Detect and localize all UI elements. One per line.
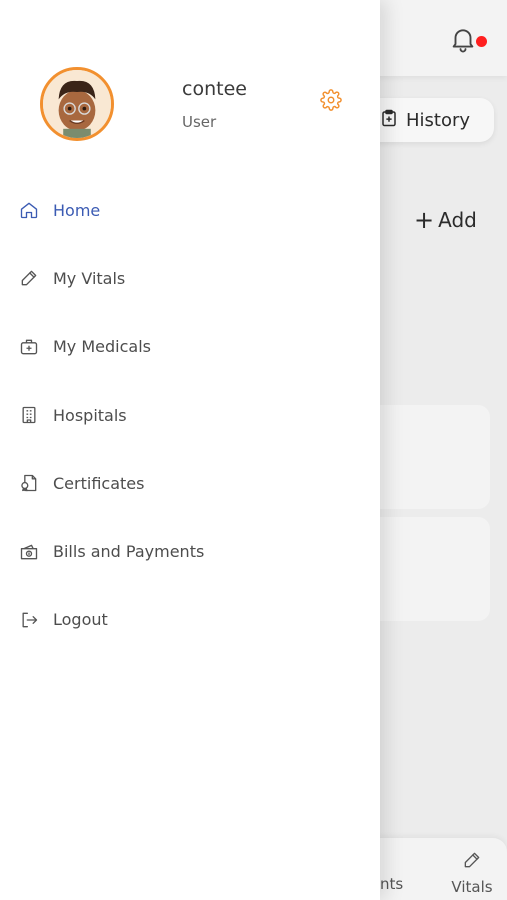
navigation-drawer: contee User Home My Vitals My Medicals H… <box>0 0 380 900</box>
hospital-building-icon <box>19 405 39 425</box>
add-label: Add <box>438 208 477 232</box>
bottom-nav-vitals-label: Vitals <box>451 878 493 896</box>
add-button[interactable]: + Add <box>414 208 477 232</box>
menu-item-label: Certificates <box>53 473 145 493</box>
drawer-menu: Home My Vitals My Medicals Hospitals Cer… <box>0 176 380 654</box>
menu-item-label: Bills and Payments <box>53 542 205 562</box>
bottom-nav-partial-label[interactable]: nts <box>380 875 403 893</box>
history-button[interactable]: History <box>360 98 494 142</box>
menu-item-label: Home <box>53 200 101 220</box>
menu-item-label: Hospitals <box>53 405 127 425</box>
profile-role: User <box>182 113 217 131</box>
pen-icon <box>462 850 482 874</box>
home-icon <box>19 200 39 220</box>
menu-item-home[interactable]: Home <box>0 176 380 244</box>
menu-item-logout[interactable]: Logout <box>0 586 380 654</box>
notification-bell-icon[interactable] <box>448 24 478 54</box>
medical-kit-icon <box>19 337 39 357</box>
profile-name: contee <box>182 78 247 100</box>
certificate-icon <box>19 473 39 493</box>
medical-clipboard-icon <box>380 109 398 132</box>
notification-dot <box>476 36 487 47</box>
menu-item-label: Logout <box>53 610 108 630</box>
wallet-icon <box>19 542 39 562</box>
menu-item-my-medicals[interactable]: My Medicals <box>0 313 380 381</box>
menu-item-hospitals[interactable]: Hospitals <box>0 381 380 449</box>
plus-icon: + <box>414 206 435 234</box>
menu-item-certificates[interactable]: Certificates <box>0 449 380 517</box>
settings-gear-icon[interactable] <box>320 89 342 111</box>
avatar[interactable] <box>40 67 114 141</box>
bottom-nav-vitals[interactable]: Vitals <box>448 850 496 896</box>
menu-item-my-vitals[interactable]: My Vitals <box>0 244 380 312</box>
logout-icon <box>19 610 39 630</box>
menu-item-label: My Medicals <box>53 337 151 357</box>
history-label: History <box>406 109 471 131</box>
menu-item-bills-and-payments[interactable]: Bills and Payments <box>0 517 380 585</box>
pen-icon <box>19 268 39 288</box>
menu-item-label: My Vitals <box>53 268 126 288</box>
